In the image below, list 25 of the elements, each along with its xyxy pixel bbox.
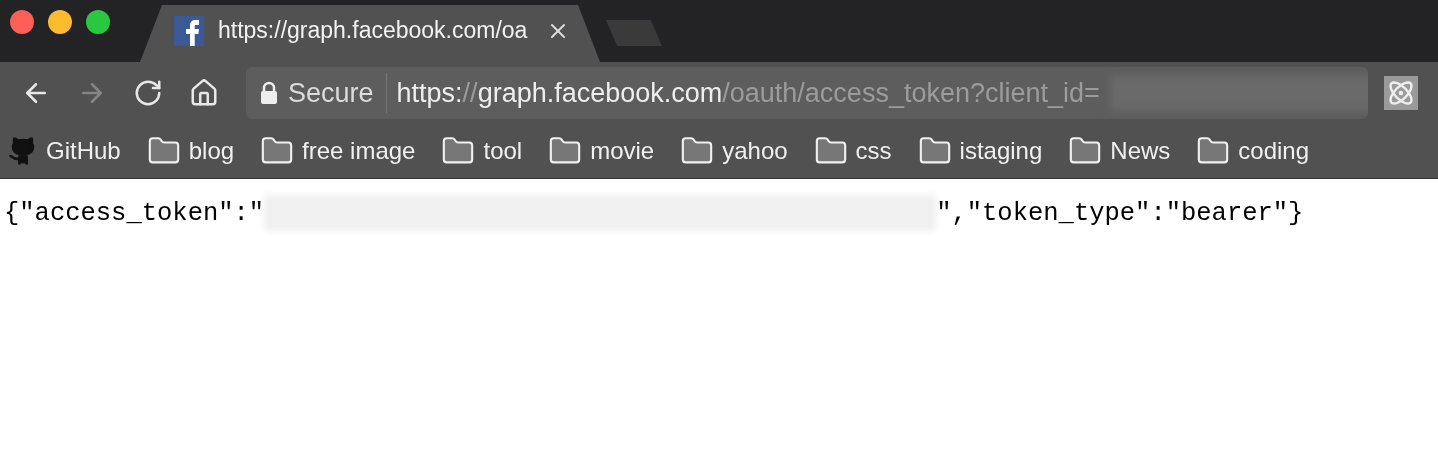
security-label: Secure bbox=[288, 73, 387, 113]
bookmark-link[interactable]: yahoo bbox=[680, 134, 788, 168]
bookmark-link[interactable]: movie bbox=[548, 134, 655, 168]
bookmark-link[interactable]: News bbox=[1068, 134, 1171, 168]
json-text: ","token_type":"bearer"} bbox=[936, 198, 1304, 228]
json-text: {"access_token":" bbox=[4, 198, 265, 228]
browser-tab[interactable]: https://graph.facebook.com/oa bbox=[140, 5, 600, 62]
address-bar[interactable]: Secure https://graph.facebook.com/oauth/access_token?client_id= bbox=[246, 67, 1368, 119]
facebook-logo-icon bbox=[174, 15, 204, 46]
atom-icon bbox=[1387, 79, 1415, 107]
reload-icon bbox=[133, 78, 163, 108]
lock-icon bbox=[260, 81, 278, 105]
window-control-button[interactable] bbox=[86, 10, 110, 34]
bookmark-link[interactable]: blog bbox=[146, 134, 235, 168]
tab-title: https://graph.facebook.com/oa bbox=[218, 17, 529, 44]
window-control-button[interactable] bbox=[10, 10, 34, 34]
bookmark-link[interactable]: css bbox=[813, 134, 892, 168]
window-control-button[interactable] bbox=[48, 10, 72, 34]
home-icon bbox=[189, 78, 219, 108]
bookmark-link[interactable]: free image bbox=[260, 134, 416, 168]
bookmark-link[interactable]: istaging bbox=[917, 134, 1043, 168]
bookmark-link[interactable]: coding bbox=[1196, 134, 1310, 168]
bookmark-link[interactable]: GitHub bbox=[8, 136, 121, 166]
bookmark-link[interactable]: tool bbox=[441, 134, 523, 168]
url-text: https://graph.facebook.com/oauth/access_token?client_id= bbox=[396, 77, 1100, 109]
